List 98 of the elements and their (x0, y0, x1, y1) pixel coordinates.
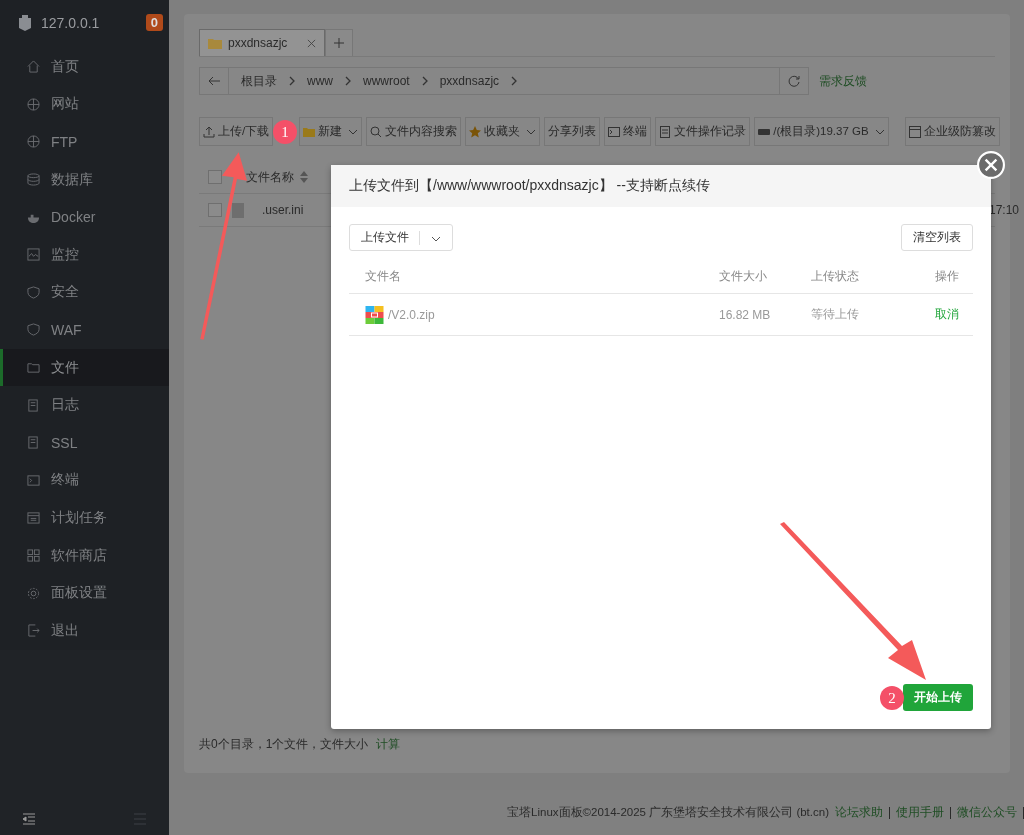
sidebar-item[interactable]: SSL (0, 423, 169, 462)
toolbar-button[interactable]: 新建 (299, 117, 363, 146)
monitor-icon (27, 248, 40, 262)
calculate-link[interactable]: 计算 (376, 736, 401, 753)
sidebar-item[interactable]: 首页 (0, 48, 169, 86)
toolbar-button[interactable]: 收藏夹 (465, 117, 541, 146)
column-header: 文件大小 (719, 267, 768, 285)
path-segment[interactable]: wwwroot (363, 74, 410, 88)
doc-icon (27, 398, 40, 412)
toolbar-button[interactable]: /(根目录)19.37 GB (754, 117, 889, 146)
toolbar-button[interactable]: 上传/下载 (199, 117, 274, 146)
add-tab-button[interactable] (325, 29, 354, 56)
toolbar-button[interactable]: 终端 (604, 117, 652, 146)
archive-icon (365, 305, 384, 324)
lock-icon (908, 125, 921, 138)
checkbox[interactable] (208, 170, 222, 184)
upload-file-button[interactable]: 上传文件 (349, 224, 453, 251)
column-header: 上传状态 (811, 267, 860, 285)
folder-icon (208, 37, 222, 49)
shield-icon (27, 285, 40, 299)
calendar-icon (27, 511, 40, 525)
chevron-icon (345, 76, 351, 86)
dialog-title: 上传文件到【/www/wwwroot/pxxdnsazjc】 --支持断点续传 (349, 177, 710, 195)
start-upload-button[interactable]: 开始上传 (903, 684, 973, 711)
database-icon (27, 173, 40, 187)
path-segment[interactable]: 根目录 (241, 72, 277, 90)
notification-badge[interactable]: 0 (145, 14, 163, 31)
shield-icon (27, 323, 40, 337)
folder-icon (27, 361, 40, 375)
search-icon (370, 125, 383, 138)
path-segment[interactable]: www (307, 74, 333, 88)
clear-list-button[interactable]: 清空列表 (901, 224, 973, 251)
toolbar-button[interactable]: 分享列表 (544, 117, 601, 146)
sidebar-item[interactable]: 网站 (0, 85, 169, 124)
sort-icon[interactable] (300, 171, 308, 183)
chevron-icon (289, 76, 295, 86)
summary-text: 共0个目录，1个文件，文件大小 (199, 736, 369, 753)
copyright-text: 宝塔Linux面板©2014-2025 广东堡塔安全技术有限公司 (bt.cn) (507, 805, 829, 820)
back-icon[interactable] (208, 75, 220, 87)
footer-link[interactable]: 使用手册 (896, 805, 944, 820)
sidebar-item[interactable]: 软件商店 (0, 536, 169, 575)
sidebar-item[interactable]: 文件 (0, 348, 169, 387)
feedback-link[interactable]: 需求反馈 (819, 72, 867, 90)
cancel-link[interactable]: 取消 (929, 306, 959, 323)
sidebar-item[interactable]: Docker (0, 198, 169, 236)
host-name: 127.0.0.1 (41, 14, 101, 31)
sidebar-item[interactable]: 终端 (0, 461, 169, 500)
file-name[interactable]: .user.ini (262, 203, 304, 217)
refresh-icon[interactable] (788, 75, 800, 87)
file-name: /V2.0.zip (388, 307, 435, 322)
terminal-icon (608, 125, 621, 138)
sidebar-item[interactable]: 面板设置 (0, 574, 169, 612)
home-icon (27, 60, 40, 74)
star-icon (469, 125, 482, 138)
collapse-icon[interactable] (22, 813, 36, 825)
folder-icon (303, 125, 316, 138)
upload-status: 等待上传 (811, 306, 860, 323)
caret-icon (348, 128, 359, 135)
sidebar-item[interactable]: FTP (0, 123, 169, 161)
file-size: 16.82 MB (719, 307, 772, 322)
sidebar-item[interactable]: 日志 (0, 386, 169, 424)
caret-icon (431, 235, 441, 242)
footer-link[interactable]: 微信公众号 (957, 805, 1017, 820)
globe-icon (27, 135, 40, 149)
exit-icon (27, 624, 40, 638)
globe-icon (27, 97, 40, 111)
doc-icon (27, 436, 40, 450)
sidebar-item[interactable]: WAF (0, 311, 169, 349)
toolbar-button[interactable]: 文件操作记录 (655, 117, 751, 146)
sidebar-item[interactable]: 数据库 (0, 160, 169, 199)
caret-icon (874, 128, 885, 135)
sidebar-item[interactable]: 监控 (0, 235, 169, 274)
logo-icon (17, 13, 33, 32)
toolbar-button[interactable]: 企业级防篡改 (904, 117, 1000, 146)
path-segment[interactable]: pxxdnsazjc (439, 74, 500, 88)
modified-time: 17:10 (988, 203, 1019, 217)
sidebar-item[interactable]: 安全 (0, 273, 169, 312)
column-header: 文件名 (365, 267, 402, 285)
file-icon (232, 202, 244, 218)
checkbox[interactable] (208, 203, 222, 217)
column-header: 操作 (934, 267, 959, 285)
chevron-icon (511, 76, 518, 86)
close-icon[interactable] (307, 38, 317, 48)
terminal-icon (27, 473, 40, 487)
plus-icon (334, 38, 345, 48)
gear-icon (27, 586, 40, 600)
footer-link[interactable]: 论坛求助 (835, 805, 883, 820)
column-header[interactable]: 文件名称 (246, 168, 294, 186)
toolbar-button[interactable]: 文件内容搜索 (366, 117, 462, 146)
sidebar-item[interactable]: 计划任务 (0, 499, 169, 537)
doc-icon (659, 125, 672, 138)
caret-icon (526, 128, 537, 135)
grid-icon (27, 549, 40, 562)
upload-icon (203, 125, 215, 138)
chevron-icon (421, 76, 428, 86)
sidebar-item[interactable]: 退出 (0, 611, 169, 650)
folder-tab[interactable]: pxxdnsazjc (199, 29, 326, 56)
path-bar[interactable]: 根目录 www wwwroot pxxdnsazjc (199, 67, 809, 95)
